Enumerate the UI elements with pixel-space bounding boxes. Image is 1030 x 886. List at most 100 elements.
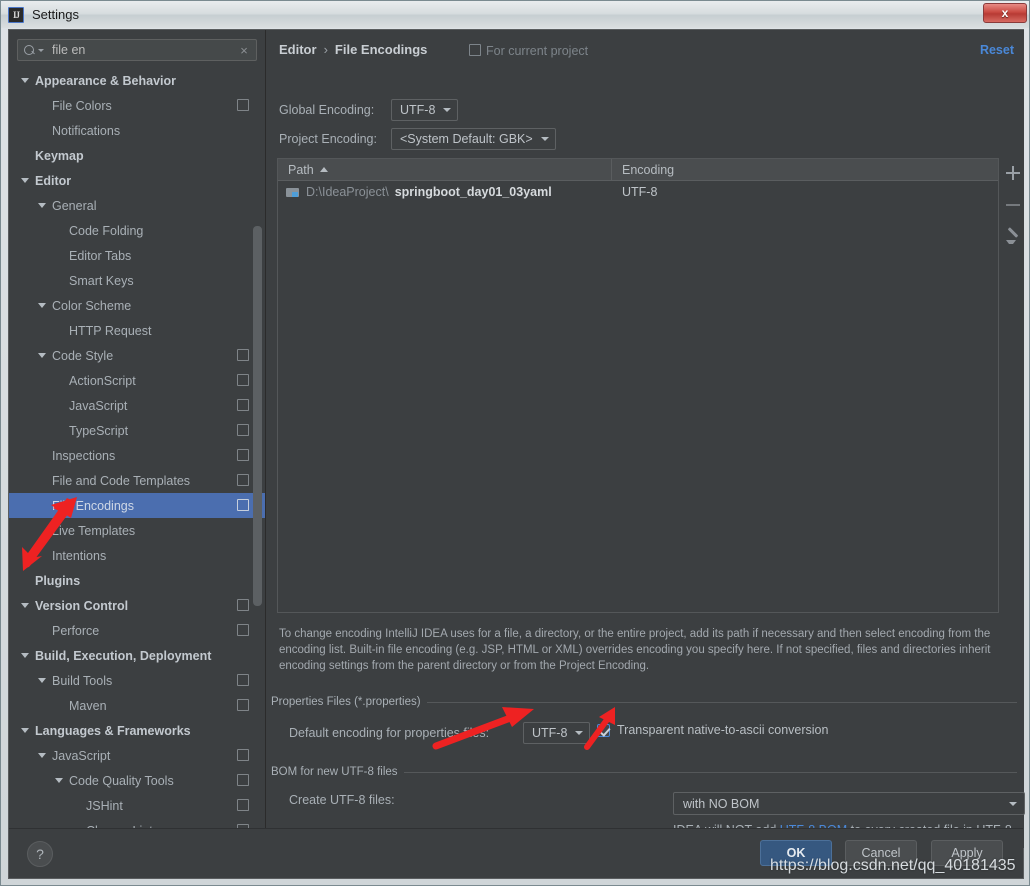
expand-arrow-icon[interactable] bbox=[38, 303, 46, 308]
sidebar-item-intentions[interactable]: Intentions bbox=[9, 543, 265, 568]
sidebar-item-javascript[interactable]: JavaScript bbox=[9, 743, 265, 768]
sidebar-item-maven[interactable]: Maven bbox=[9, 693, 265, 718]
sidebar-item-notifications[interactable]: Notifications bbox=[9, 118, 265, 143]
sidebar-item-code-folding[interactable]: Code Folding bbox=[9, 218, 265, 243]
sidebar-item-live-templates[interactable]: Live Templates bbox=[9, 518, 265, 543]
sidebar-item-general[interactable]: General bbox=[9, 193, 265, 218]
expand-arrow-icon[interactable] bbox=[21, 653, 29, 658]
create-utf8-value: with NO BOM bbox=[683, 796, 760, 811]
settings-search[interactable]: × bbox=[17, 39, 257, 61]
chevron-down-icon bbox=[1009, 801, 1017, 806]
table-column-encoding[interactable]: Encoding bbox=[612, 159, 998, 180]
sidebar-item-label: Color Scheme bbox=[52, 298, 132, 313]
expand-arrow-icon[interactable] bbox=[21, 178, 29, 183]
search-input[interactable] bbox=[44, 43, 235, 57]
sort-ascending-icon bbox=[319, 167, 328, 172]
cancel-button[interactable]: Cancel bbox=[845, 840, 917, 866]
breadcrumb-separator-icon: › bbox=[323, 42, 328, 57]
expand-arrow-icon[interactable] bbox=[21, 603, 29, 608]
sidebar-item-file-and-code-templates[interactable]: File and Code Templates bbox=[9, 468, 265, 493]
create-utf8-label: Create UTF-8 files: bbox=[289, 793, 395, 807]
sidebar-item-label: Live Templates bbox=[52, 523, 136, 538]
default-encoding-label: Default encoding for properties files: bbox=[289, 726, 490, 740]
create-utf8-combo[interactable]: with NO BOM bbox=[673, 792, 1025, 815]
sidebar-item-code-quality-tools[interactable]: Code Quality Tools bbox=[9, 768, 265, 793]
sidebar-item-actionscript[interactable]: ActionScript bbox=[9, 368, 265, 393]
edit-icon[interactable] bbox=[1004, 228, 1022, 246]
sidebar-item-typescript[interactable]: TypeScript bbox=[9, 418, 265, 443]
sidebar-item-label: Perforce bbox=[52, 623, 100, 638]
dialog-button-bar: ? OK Cancel Apply bbox=[9, 828, 1023, 878]
expand-arrow-icon[interactable] bbox=[38, 203, 46, 208]
sidebar-item-jshint[interactable]: JSHint bbox=[9, 793, 265, 818]
expand-arrow-icon[interactable] bbox=[38, 678, 46, 683]
sidebar-scrollbar-thumb[interactable] bbox=[253, 226, 262, 606]
sidebar-item-label: Intentions bbox=[52, 548, 107, 563]
sidebar-item-code-style[interactable]: Code Style bbox=[9, 343, 265, 368]
table-row[interactable]: D:\IdeaProject\ springboot_day01_03yaml U… bbox=[278, 181, 998, 203]
clear-search-icon[interactable]: × bbox=[235, 43, 253, 58]
reset-link[interactable]: Reset bbox=[980, 43, 1014, 57]
project-scope-icon bbox=[469, 44, 481, 56]
sidebar-item-label: Notifications bbox=[52, 123, 121, 138]
project-scope-icon bbox=[237, 698, 249, 711]
encodings-table[interactable]: Path Encoding D:\IdeaProject\ springboot_… bbox=[277, 158, 999, 613]
project-scope-icon bbox=[237, 748, 249, 761]
ok-button[interactable]: OK bbox=[760, 840, 832, 866]
settings-tree[interactable]: Appearance & Behavior File Colors Notifica… bbox=[9, 68, 265, 848]
sidebar-item-javascript[interactable]: JavaScript bbox=[9, 393, 265, 418]
sidebar-item-label: JavaScript bbox=[52, 748, 111, 763]
file-encodings-panel: Editor › File Encodings For current proj… bbox=[267, 30, 1025, 851]
chevron-down-icon bbox=[575, 731, 584, 735]
sidebar-item-build-tools[interactable]: Build Tools bbox=[9, 668, 265, 693]
sidebar-item-label: JavaScript bbox=[69, 398, 128, 413]
sidebar-item-smart-keys[interactable]: Smart Keys bbox=[9, 268, 265, 293]
remove-icon[interactable] bbox=[1004, 196, 1022, 214]
sidebar-item-build-execution-deployment[interactable]: Build, Execution, Deployment bbox=[9, 643, 265, 668]
breadcrumb-parent[interactable]: Editor bbox=[279, 42, 317, 57]
sidebar-item-inspections[interactable]: Inspections bbox=[9, 443, 265, 468]
sidebar-item-keymap[interactable]: Keymap bbox=[9, 143, 265, 168]
sidebar-item-appearance-behavior[interactable]: Appearance & Behavior bbox=[9, 68, 265, 93]
project-encoding-combo[interactable]: <System Default: GBK> bbox=[391, 128, 556, 150]
sidebar-item-perforce[interactable]: Perforce bbox=[9, 618, 265, 643]
project-encoding-value: <System Default: GBK> bbox=[400, 132, 533, 146]
expand-arrow-icon[interactable] bbox=[55, 778, 63, 783]
apply-button[interactable]: Apply bbox=[931, 840, 1003, 866]
sidebar-item-file-colors[interactable]: File Colors bbox=[9, 93, 265, 118]
expand-arrow-icon[interactable] bbox=[38, 753, 46, 758]
expand-arrow-icon[interactable] bbox=[38, 353, 46, 358]
title-bar: IJ Settings x bbox=[1, 1, 1029, 28]
search-icon bbox=[24, 44, 37, 57]
sidebar-item-label: Maven bbox=[69, 698, 107, 713]
expand-arrow-icon[interactable] bbox=[21, 728, 29, 733]
sidebar-item-http-request[interactable]: HTTP Request bbox=[9, 318, 265, 343]
help-icon[interactable]: ? bbox=[27, 841, 53, 867]
sidebar-item-file-encodings[interactable]: File Encodings bbox=[9, 493, 265, 518]
sidebar-item-label: Keymap bbox=[35, 148, 84, 163]
sidebar-item-label: Code Style bbox=[52, 348, 114, 363]
table-toolbar bbox=[1002, 158, 1024, 613]
table-column-path[interactable]: Path bbox=[278, 159, 612, 180]
default-encoding-combo[interactable]: UTF-8 bbox=[523, 722, 591, 744]
close-icon[interactable]: x bbox=[983, 3, 1027, 23]
sidebar-item-editor[interactable]: Editor bbox=[9, 168, 265, 193]
sidebar-item-version-control[interactable]: Version Control bbox=[9, 593, 265, 618]
expand-arrow-icon[interactable] bbox=[21, 78, 29, 83]
sidebar-item-label: TypeScript bbox=[69, 423, 129, 438]
sidebar-item-label: Editor bbox=[35, 173, 72, 188]
project-scope-icon bbox=[237, 373, 249, 386]
sidebar-item-label: Version Control bbox=[35, 598, 129, 613]
properties-group-title: Properties Files (*.properties) bbox=[271, 696, 427, 708]
sidebar-item-languages-frameworks[interactable]: Languages & Frameworks bbox=[9, 718, 265, 743]
sidebar-item-editor-tabs[interactable]: Editor Tabs bbox=[9, 243, 265, 268]
sidebar-item-label: File Colors bbox=[52, 98, 112, 113]
sidebar-item-plugins[interactable]: Plugins bbox=[9, 568, 265, 593]
add-icon[interactable] bbox=[1004, 164, 1022, 182]
global-encoding-combo[interactable]: UTF-8 bbox=[391, 99, 459, 121]
transparent-conversion-checkbox[interactable] bbox=[597, 723, 610, 737]
window-title: Settings bbox=[32, 7, 79, 22]
sidebar-item-color-scheme[interactable]: Color Scheme bbox=[9, 293, 265, 318]
bom-group-title: BOM for new UTF-8 files bbox=[271, 766, 404, 778]
path-name: springboot_day01_03yaml bbox=[394, 185, 552, 199]
